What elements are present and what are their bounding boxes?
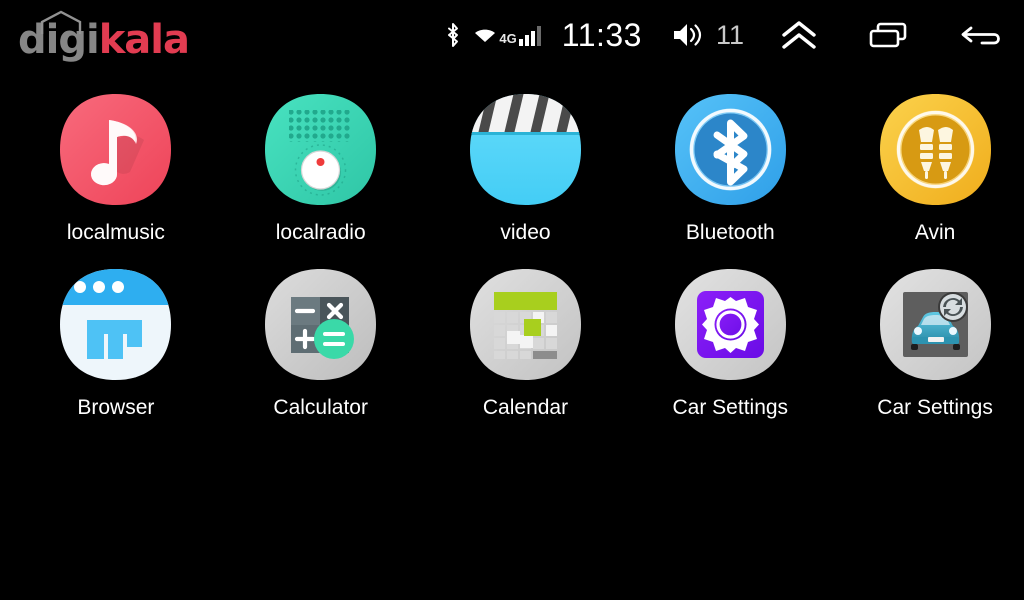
app-avin[interactable]: Avin (846, 92, 1024, 245)
network-type-label: 4G (499, 30, 517, 46)
app-car-settings-sync[interactable]: Car Settings (846, 267, 1024, 420)
app-label: video (500, 221, 551, 244)
app-localradio[interactable]: localradio (232, 92, 410, 245)
car-sync-icon[interactable] (878, 267, 993, 382)
app-video[interactable]: video (437, 92, 615, 245)
status-indicators: 4G 11:33 11 (445, 17, 1010, 54)
app-label: Bluetooth (685, 221, 775, 244)
bluetooth-icon (445, 22, 461, 48)
app-label: localradio (275, 221, 366, 244)
status-bar: 4G 11:33 11 (0, 0, 1024, 70)
back-arrow-icon[interactable] (960, 21, 1006, 49)
bluetooth-icon[interactable] (673, 92, 788, 207)
app-label: localmusic (66, 221, 165, 244)
app-label: Car Settings (877, 396, 993, 419)
speaker-volume-icon[interactable] (672, 21, 702, 49)
app-row: localmusic localradio video Bluetooth Av… (0, 92, 1024, 245)
calendar-icon[interactable] (468, 267, 583, 382)
app-label: Car Settings (672, 396, 789, 419)
wifi-icon (473, 23, 497, 47)
rca-plugs-icon[interactable] (878, 92, 993, 207)
app-row: Browser Calculator Calendar Car Settings… (0, 267, 1024, 420)
app-label: Calculator (273, 396, 368, 419)
app-localmusic[interactable]: localmusic (27, 92, 205, 245)
launcher-screen: digikala 4G 11:33 11 localmusic localrad… (0, 0, 1024, 600)
radio-icon[interactable] (263, 92, 378, 207)
calculator-icon[interactable] (263, 267, 378, 382)
browser-window-icon[interactable] (58, 267, 173, 382)
signal-bars-icon (518, 23, 542, 47)
app-bluetooth[interactable]: Bluetooth (641, 92, 819, 245)
clapperboard-icon[interactable] (468, 92, 583, 207)
volume-level: 11 (715, 19, 744, 50)
music-note-icon[interactable] (58, 92, 173, 207)
app-label: Browser (77, 396, 155, 419)
app-calendar[interactable]: Calendar (437, 267, 615, 420)
app-grid: localmusic localradio video Bluetooth Av… (0, 92, 1024, 420)
app-car-settings-gear[interactable]: Car Settings (641, 267, 819, 420)
clock: 11:33 (561, 16, 642, 53)
app-label: Avin (914, 221, 956, 244)
gear-icon[interactable] (673, 267, 788, 382)
app-calculator[interactable]: Calculator (232, 267, 410, 420)
double-chevron-up-icon[interactable] (780, 20, 818, 50)
app-browser[interactable]: Browser (27, 267, 205, 420)
recent-apps-icon[interactable] (868, 21, 910, 49)
app-label: Calendar (482, 396, 569, 419)
